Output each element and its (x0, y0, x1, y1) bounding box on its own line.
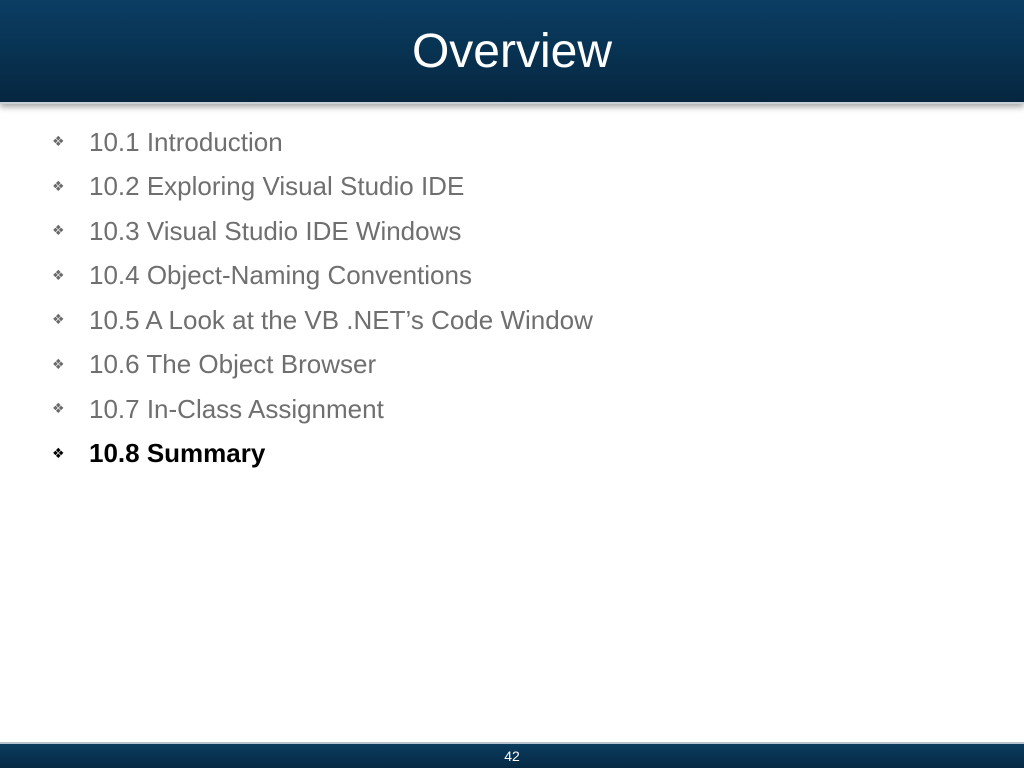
four-diamond-bullet-icon: ❖ (52, 134, 65, 151)
bullet-item: ❖ 10.3 Visual Studio IDE Windows (0, 209, 1024, 254)
bullet-text: 10.7 In-Class Assignment (89, 393, 384, 424)
four-diamond-bullet-icon: ❖ (52, 401, 65, 418)
bullet-item: ❖ 10.5 A Look at the VB .NET’s Code Wind… (0, 298, 1024, 343)
title-bar: Overview (0, 0, 1024, 104)
bullet-text: 10.1 Introduction (89, 126, 283, 157)
bullet-text: 10.4 Object-Naming Conventions (89, 260, 472, 291)
four-diamond-bullet-icon: ❖ (52, 178, 65, 195)
bullet-text: 10.5 A Look at the VB .NET’s Code Window (89, 304, 593, 335)
bullet-item: ❖ 10.1 Introduction (0, 120, 1024, 165)
four-diamond-bullet-icon: ❖ (52, 223, 65, 240)
slide: Overview ❖ 10.1 Introduction ❖ 10.2 Expl… (0, 0, 1024, 768)
four-diamond-bullet-icon: ❖ (52, 356, 65, 373)
bullet-text: 10.2 Exploring Visual Studio IDE (89, 171, 465, 202)
four-diamond-bullet-icon: ❖ (52, 267, 65, 284)
slide-title: Overview (411, 25, 613, 78)
bullet-text-current: 10.8 Summary (89, 438, 266, 469)
bullet-text: 10.6 The Object Browser (89, 349, 377, 380)
page-number: 42 (504, 748, 520, 764)
bullet-item: ❖ 10.4 Object-Naming Conventions (0, 254, 1024, 299)
bullet-list: ❖ 10.1 Introduction ❖ 10.2 Exploring Vis… (0, 120, 1024, 476)
bullet-item: ❖ 10.7 In-Class Assignment (0, 387, 1024, 432)
footer-bar: 42 (0, 742, 1024, 768)
four-diamond-bullet-icon: ❖ (52, 312, 65, 329)
four-diamond-bullet-icon: ❖ (52, 445, 65, 462)
bullet-item: ❖ 10.6 The Object Browser (0, 343, 1024, 388)
bullet-text: 10.3 Visual Studio IDE Windows (89, 215, 462, 246)
bullet-item: ❖ 10.2 Exploring Visual Studio IDE (0, 165, 1024, 210)
bullet-item-current: ❖ 10.8 Summary (0, 432, 1024, 477)
